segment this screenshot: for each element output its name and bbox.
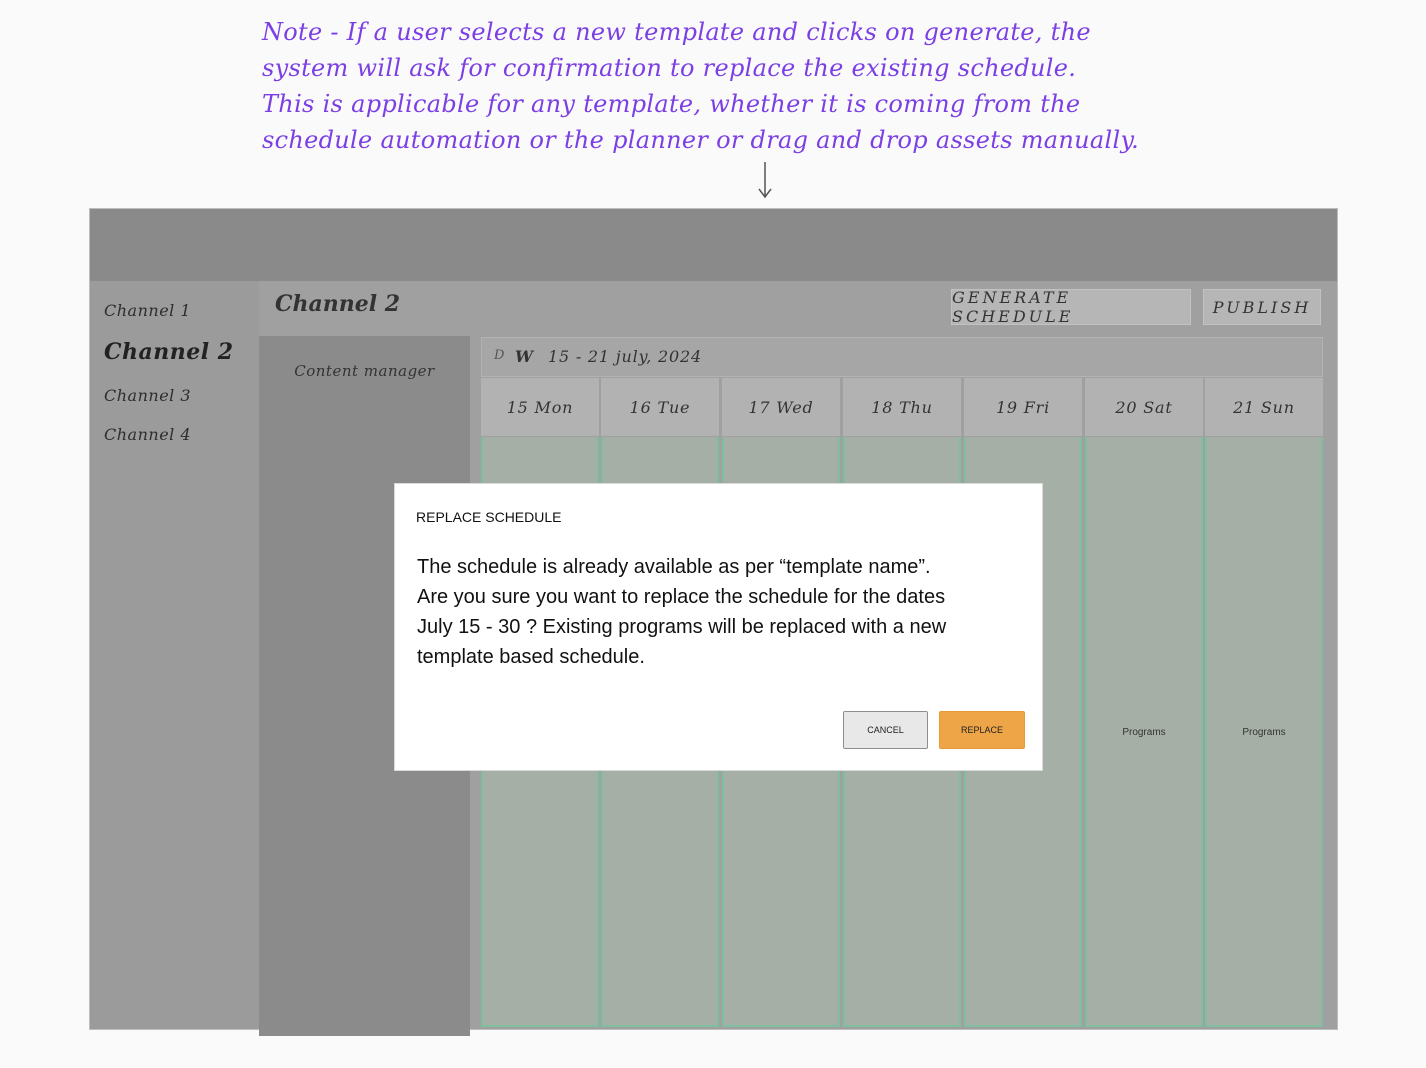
- day-header: 20 Sat: [1085, 378, 1203, 436]
- cancel-button[interactable]: CANCEL: [843, 711, 928, 749]
- date-range-label: 15 - 21 july, 2024: [548, 347, 702, 366]
- day-column: 20 Sat Programs: [1085, 378, 1203, 1029]
- dialog-message-line: The schedule is already available as per…: [417, 556, 931, 578]
- app-header: [90, 209, 1337, 281]
- note-line: Note - If a user selects a new template …: [262, 18, 1091, 46]
- channel-sidebar: Channel 1 Channel 2 Channel 3 Channel 4: [90, 281, 259, 1029]
- day-header: 18 Thu: [843, 378, 961, 436]
- programs-label: Programs: [1242, 727, 1286, 738]
- programs-label: Programs: [1122, 727, 1166, 738]
- day-header: 16 Tue: [601, 378, 719, 436]
- day-header: 19 Fri: [964, 378, 1082, 436]
- date-range-bar: D W 15 - 21 july, 2024: [481, 337, 1323, 377]
- publish-button[interactable]: PUBLISH: [1203, 289, 1321, 325]
- replace-button[interactable]: REPLACE: [939, 711, 1025, 749]
- arrow-down-icon: [758, 162, 772, 199]
- day-header: 15 Mon: [481, 378, 599, 436]
- content-manager-label: Content manager: [294, 362, 435, 380]
- annotation-note: Note - If a user selects a new template …: [262, 14, 1252, 158]
- replace-schedule-dialog: REPLACE SCHEDULE The schedule is already…: [394, 483, 1043, 771]
- dialog-message: The schedule is already available as per…: [417, 552, 1017, 672]
- generate-schedule-button[interactable]: GENERATE SCHEDULE: [951, 288, 1191, 326]
- note-line: schedule automation or the planner or dr…: [262, 126, 1140, 154]
- day-header: 17 Wed: [722, 378, 840, 436]
- dialog-message-line: template based schedule.: [417, 646, 645, 668]
- day-header: 21 Sun: [1205, 378, 1323, 436]
- week-view-toggle[interactable]: W: [515, 347, 533, 366]
- note-line: This is applicable for any template, whe…: [262, 90, 1081, 118]
- sidebar-item-channel-4[interactable]: Channel 4: [104, 425, 191, 444]
- dialog-message-line: July 15 - 30 ? Existing programs will be…: [417, 616, 947, 638]
- sidebar-item-channel-2[interactable]: Channel 2: [104, 339, 234, 365]
- dialog-message-line: Are you sure you want to replace the sch…: [417, 586, 946, 608]
- dialog-title: REPLACE SCHEDULE: [416, 509, 562, 525]
- day-slot[interactable]: Programs: [1085, 437, 1203, 1027]
- sidebar-item-channel-3[interactable]: Channel 3: [104, 386, 191, 405]
- day-column: 21 Sun Programs: [1205, 378, 1323, 1029]
- note-line: system will ask for confirmation to repl…: [262, 54, 1077, 82]
- day-slot[interactable]: Programs: [1205, 437, 1323, 1027]
- day-view-toggle[interactable]: D: [494, 348, 504, 363]
- page-title: Channel 2: [275, 291, 401, 317]
- sidebar-item-channel-1[interactable]: Channel 1: [104, 301, 191, 320]
